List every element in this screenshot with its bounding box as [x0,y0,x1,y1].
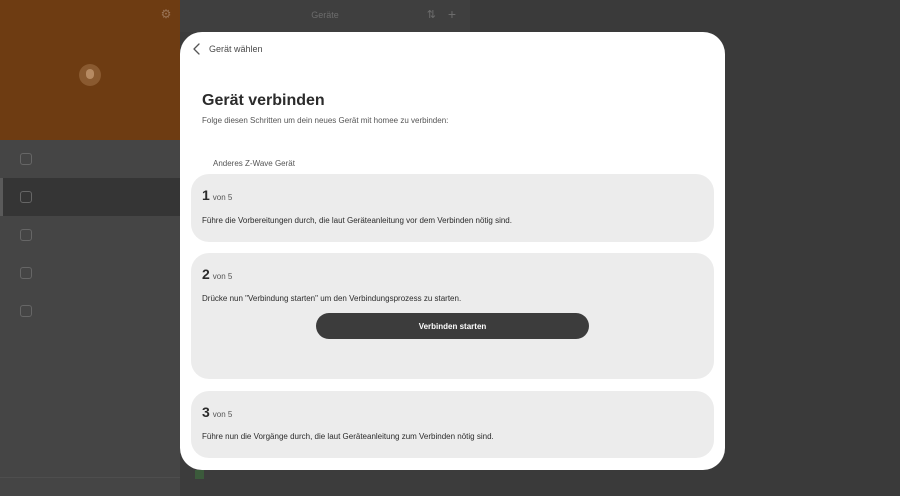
step-number: 3 [202,404,210,420]
step-instruction: Führe nun die Vorgänge durch, die laut G… [202,432,494,441]
step-heading: 2 von 5 [202,266,232,282]
main-header: Geräte ⇅ + [180,0,470,32]
avatar [79,64,101,86]
sidebar-item-1 [0,140,180,178]
step-heading: 3 von 5 [202,404,232,420]
sidebar-header: ⚙ [0,0,180,140]
sidebar-item-5 [0,292,180,330]
sidebar-footer [0,477,180,496]
step-total: von 5 [212,272,233,281]
sidebar-item-2 [0,178,180,216]
step-total: von 5 [212,193,233,202]
device-name: Anderes Z-Wave Gerät [213,159,295,168]
sidebar-nav [0,140,180,330]
step-heading: 1 von 5 [202,187,232,203]
step-card-1: 1 von 5 Führe die Vorbereitungen durch, … [191,174,714,242]
nav-icon [20,229,32,241]
modal-title: Gerät verbinden [202,92,325,109]
step-instruction: Führe die Vorbereitungen durch, die laut… [202,216,512,225]
nav-icon [20,191,32,203]
step-number: 1 [202,187,210,203]
start-connection-button[interactable]: Verbinden starten [316,313,589,339]
back-button[interactable]: Gerät wählen [191,42,263,56]
connect-device-modal: Gerät wählen Gerät verbinden Folge diese… [180,32,725,470]
chevron-left-icon [193,43,200,55]
step-card-2: 2 von 5 Drücke nun "Verbindung starten" … [191,253,714,379]
step-number: 2 [202,266,210,282]
gear-icon: ⚙ [160,7,172,21]
step-instruction: Drücke nun "Verbindung starten" um den V… [202,294,462,303]
sidebar: ⚙ [0,0,180,496]
step-total: von 5 [212,410,233,419]
sort-icon: ⇅ [426,9,436,21]
nav-icon [20,267,32,279]
plus-icon: + [447,6,456,22]
nav-icon [20,305,32,317]
device-icon [195,470,204,479]
sidebar-item-4 [0,254,180,292]
modal-subtitle: Folge diesen Schritten um dein neues Ger… [202,116,449,125]
nav-icon [20,153,32,165]
sidebar-item-3 [0,216,180,254]
back-label: Gerät wählen [209,44,263,54]
step-card-3: 3 von 5 Führe nun die Vorgänge durch, di… [191,391,714,458]
